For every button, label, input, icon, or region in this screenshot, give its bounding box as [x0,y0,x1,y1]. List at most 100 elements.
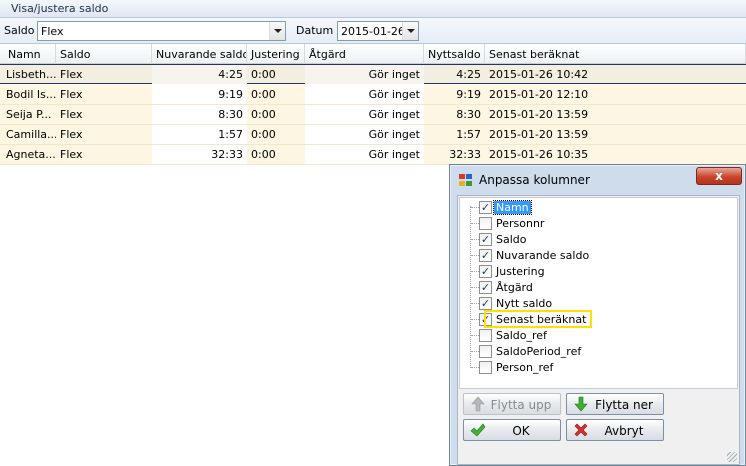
dialog-titlebar[interactable]: Anpassa kolumner x [450,165,746,195]
cell-namn: Lisbeth... [6,68,56,81]
window-title: Visa/justera saldo [0,0,746,18]
move-up-button[interactable]: Flytta upp [463,393,561,415]
checkbox[interactable]: ✓ [479,233,492,246]
list-item[interactable]: ✓ Nuvarande saldo [460,247,730,263]
checkbox[interactable]: ✓ [479,249,492,262]
checkbox[interactable] [479,361,492,374]
list-item-label: Namn [493,200,532,215]
customize-columns-dialog: Anpassa kolumner x ✓ Namn Personnr ✓ Sal… [449,164,746,466]
cell-nyttsaldo: 1:57 [456,128,481,141]
checkbox[interactable]: ✓ [479,297,492,310]
list-item-label: SaldoPeriod_ref [496,345,582,358]
cell-namn: Seija P... [6,108,52,121]
checkbox[interactable] [479,217,492,230]
list-item-label: Person_ref [496,361,554,374]
column-header-justering[interactable]: Justering [247,44,305,64]
cell-atgard: Gör inget [305,105,424,124]
list-item[interactable]: ✓ Namn [460,199,730,215]
table-row[interactable]: Bodil Is... Flex 9:19 0:00 Gör inget 9:1… [0,85,746,105]
ok-button[interactable]: OK [463,419,561,441]
list-item[interactable]: ✓ Åtgärd [460,279,730,295]
list-item[interactable]: Personnr [460,215,730,231]
list-item[interactable]: ✓ Nytt saldo [460,295,730,311]
cell-atgard: Gör inget [305,85,424,104]
datum-picker-value: 2015-01-26 [341,25,405,38]
table-row[interactable]: Lisbeth... Flex 4:25 0:00 Gör inget 4:25… [0,64,746,84]
cell-nyttsaldo: 4:25 [456,68,481,81]
column-header-namn[interactable]: Namn [4,44,56,64]
list-item-label: Saldo_ref [496,329,547,342]
cell-namn: Camilla... [6,128,56,141]
columns-icon [459,174,472,186]
move-up-label: Flytta upp [490,398,552,412]
cell-nuvarande-saldo: 8:30 [152,105,247,124]
cell-namn: Bodil Is... [6,88,56,101]
table-row[interactable]: Seija P... Flex 8:30 0:00 Gör inget 8:30… [0,105,746,125]
list-item[interactable]: SaldoPeriod_ref [460,343,730,359]
saldo-dropdown[interactable]: Flex [37,21,286,41]
chevron-down-icon[interactable] [269,22,285,40]
column-header-nyttsaldo[interactable]: Nyttsaldo [424,44,485,64]
checkbox[interactable]: ✓ [479,201,492,214]
cancel-label: Avbryt [604,424,644,438]
cell-saldo: Flex [60,88,83,101]
column-header-senast-beraknat[interactable]: Senast beräknat [485,44,746,64]
table-row[interactable]: Agneta... Flex 32:33 0:00 Gör inget 32:3… [0,145,746,165]
cell-atgard: Gör inget [305,65,424,84]
cell-nuvarande-saldo: 32:33 [152,145,247,164]
cell-justering: 0:00 [251,68,276,81]
move-down-button[interactable]: Flytta ner [566,393,664,415]
list-item-label: Nuvarande saldo [496,249,590,262]
highlight-box [484,310,592,328]
cell-saldo: Flex [60,128,83,141]
close-button[interactable]: x [696,167,742,185]
list-item[interactable]: ✓ Justering [460,263,730,279]
column-header-atgard[interactable]: Åtgärd [305,44,424,64]
close-icon: x [715,169,723,183]
datum-label: Datum [296,24,334,37]
move-down-label: Flytta ner [595,398,653,412]
datum-picker[interactable]: 2015-01-26 [337,21,419,41]
column-header-saldo[interactable]: Saldo [56,44,152,64]
ok-label: OK [512,424,530,438]
cell-justering: 0:00 [251,148,276,161]
list-item-label: Nytt saldo [496,297,553,310]
cell-saldo: Flex [60,108,83,121]
list-item-label: Personnr [496,217,545,230]
cell-namn: Agneta... [6,148,56,161]
dialog-body: ✓ Namn Personnr ✓ Saldo ✓ Nuvarande sald… [457,195,740,465]
list-item[interactable]: ✓ Saldo [460,231,730,247]
cell-senast-beraknat: 2015-01-20 13:59 [489,128,589,141]
saldo-label: Saldo [4,24,35,37]
cell-justering: 0:00 [251,88,276,101]
cell-senast-beraknat: 2015-01-26 10:35 [489,148,589,161]
cell-nuvarande-saldo: 4:25 [152,65,247,84]
column-header-nuvarande-saldo[interactable]: Nuvarande saldo [152,44,247,64]
list-item-label: Saldo [496,233,527,246]
resize-grip[interactable] [727,452,737,462]
cell-senast-beraknat: 2015-01-26 10:42 [489,68,589,81]
cell-senast-beraknat: 2015-01-20 13:59 [489,108,589,121]
cell-saldo: Flex [60,148,83,161]
checkbox[interactable]: ✓ [479,265,492,278]
cell-saldo: Flex [60,68,83,81]
checkbox[interactable] [479,329,492,342]
list-item-label: Åtgärd [496,281,533,294]
list-item[interactable]: Person_ref [460,359,730,375]
cell-nuvarande-saldo: 9:19 [152,85,247,104]
cell-senast-beraknat: 2015-01-20 12:10 [489,88,589,101]
grid-header: Namn Saldo Nuvarande saldo Justering Åtg… [0,44,746,64]
list-item[interactable]: Saldo_ref [460,327,730,343]
chevron-down-icon[interactable] [402,22,418,40]
table-row[interactable]: Camilla... Flex 1:57 0:00 Gör inget 1:57… [0,125,746,145]
cell-atgard: Gör inget [305,145,424,164]
cell-nyttsaldo: 9:19 [456,88,481,101]
column-checklist[interactable]: ✓ Namn Personnr ✓ Saldo ✓ Nuvarande sald… [459,197,738,389]
cancel-button[interactable]: Avbryt [566,419,664,441]
checkbox[interactable]: ✓ [479,281,492,294]
dialog-title: Anpassa kolumner [479,173,590,187]
list-item-label: Justering [496,265,545,278]
cell-justering: 0:00 [251,108,276,121]
cell-atgard: Gör inget [305,125,424,144]
checkbox[interactable] [479,345,492,358]
